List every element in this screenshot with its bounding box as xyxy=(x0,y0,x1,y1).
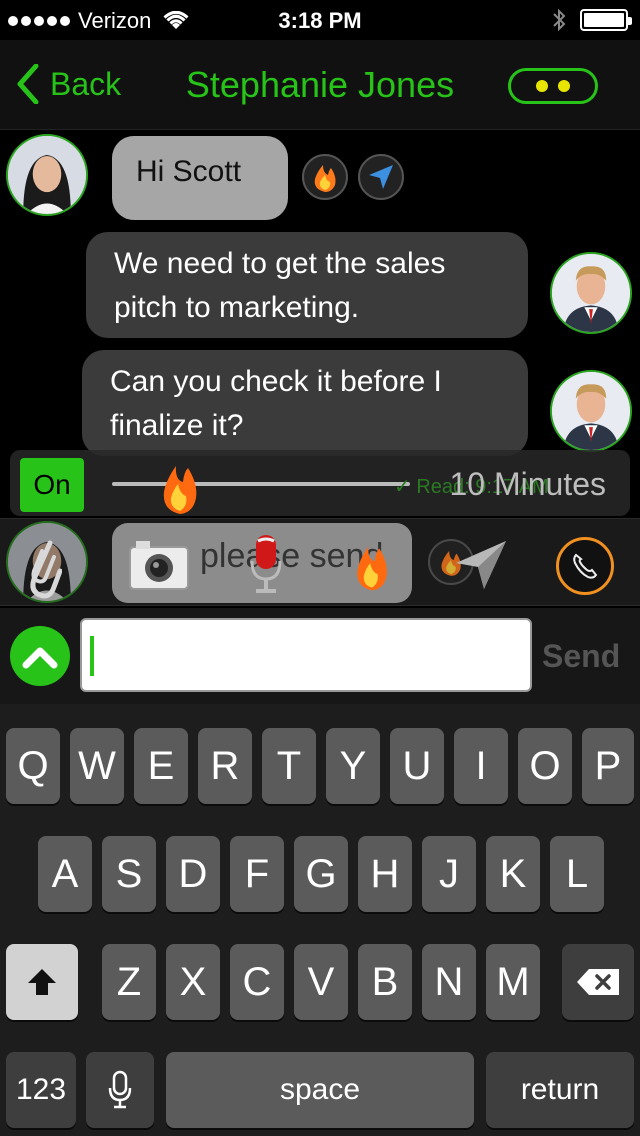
status-dot-icon xyxy=(558,80,570,92)
title-text: Stephanie Jones xyxy=(185,64,455,105)
battery-icon xyxy=(580,9,632,31)
key-u[interactable]: U xyxy=(390,728,444,804)
message-text-line: Can you check it before I xyxy=(110,365,442,398)
key-y[interactable]: Y xyxy=(326,728,380,804)
timer-duration: 10 Minutes xyxy=(449,466,606,502)
backspace-icon xyxy=(577,969,619,995)
phone-icon xyxy=(573,553,598,579)
message-input-bar: Send xyxy=(0,608,640,704)
navigation-bar: Back Stephanie Jones xyxy=(0,40,640,130)
space-key[interactable]: space xyxy=(166,1052,474,1128)
key-r[interactable]: R xyxy=(198,728,252,804)
message-bubble[interactable]: We need to get the sales pitch to market… xyxy=(86,232,528,338)
message-bubble[interactable]: Can you check it before I finalize it? xyxy=(82,350,528,456)
key-h[interactable]: H xyxy=(358,836,412,912)
man-portrait-icon xyxy=(552,254,630,332)
key-f[interactable]: F xyxy=(230,836,284,912)
contact-avatar[interactable] xyxy=(6,134,88,216)
keyboard: Q W E R T Y U I O P A S D F G H J K L Z … xyxy=(0,704,640,1136)
location-button[interactable] xyxy=(358,154,404,200)
status-right xyxy=(552,8,632,32)
key-l[interactable]: L xyxy=(550,836,604,912)
key-i[interactable]: I xyxy=(454,728,508,804)
bluetooth-icon xyxy=(553,8,566,32)
shift-key[interactable] xyxy=(6,944,78,1020)
presence-status-toggle[interactable] xyxy=(508,68,598,104)
key-d[interactable]: D xyxy=(166,836,220,912)
message-text-field[interactable] xyxy=(80,618,532,692)
woman-portrait-icon xyxy=(8,136,86,214)
key-a[interactable]: A xyxy=(38,836,92,912)
timer-slider-track[interactable] xyxy=(112,482,410,486)
expand-options-button[interactable] xyxy=(10,626,70,686)
compose-preview-strip: please send xyxy=(0,518,640,606)
key-z[interactable]: Z xyxy=(102,944,156,1020)
timer-toggle[interactable]: On xyxy=(20,458,84,512)
key-t[interactable]: T xyxy=(262,728,316,804)
send-button[interactable]: Send xyxy=(542,638,620,675)
timer-toggle-label: On xyxy=(33,469,71,500)
key-o[interactable]: O xyxy=(518,728,572,804)
flame-icon xyxy=(357,546,387,591)
user-avatar[interactable] xyxy=(550,252,632,334)
key-q[interactable]: Q xyxy=(6,728,60,804)
key-s[interactable]: S xyxy=(102,836,156,912)
man-portrait-icon xyxy=(552,372,630,450)
key-x[interactable]: X xyxy=(166,944,220,1020)
key-b[interactable]: B xyxy=(358,944,412,1020)
key-p[interactable]: P xyxy=(582,728,634,804)
burn-message-button[interactable] xyxy=(302,154,348,200)
status-time: 3:18 PM xyxy=(278,8,362,33)
delete-key[interactable] xyxy=(562,944,634,1020)
key-j[interactable]: J xyxy=(422,836,476,912)
camera-icon[interactable] xyxy=(128,539,190,591)
message-text-line: pitch to marketing. xyxy=(114,291,360,324)
key-e[interactable]: E xyxy=(134,728,188,804)
call-button[interactable] xyxy=(556,537,614,595)
message-text: Hi Scott xyxy=(136,155,242,188)
shift-arrow-icon xyxy=(28,969,56,995)
message-text-line: finalize it? xyxy=(110,409,244,442)
microphone-icon xyxy=(108,1070,132,1109)
status-dot-icon xyxy=(536,80,548,92)
location-arrow-icon xyxy=(369,165,393,189)
user-avatar[interactable] xyxy=(550,370,632,452)
send-arrow-icon[interactable] xyxy=(454,539,508,591)
numbers-key[interactable]: 123 xyxy=(6,1052,76,1128)
message-bubble[interactable]: Hi Scott xyxy=(112,136,288,220)
key-m[interactable]: M xyxy=(486,944,540,1020)
return-key[interactable]: return xyxy=(486,1052,634,1128)
paperclip-icon[interactable] xyxy=(26,533,62,603)
status-bar: Verizon 3:18 PM xyxy=(0,0,640,40)
dictation-key[interactable] xyxy=(86,1052,154,1128)
microphone-icon[interactable] xyxy=(248,533,284,595)
message-text-line: We need to get the sales xyxy=(114,247,446,280)
text-caret xyxy=(90,636,94,676)
key-c[interactable]: C xyxy=(230,944,284,1020)
self-destruct-timer-bar: On ✓ Read: 9:17 AM 10 Minutes xyxy=(10,450,630,516)
flame-icon xyxy=(314,165,336,192)
flame-slider-thumb-icon[interactable] xyxy=(158,454,202,516)
key-g[interactable]: G xyxy=(294,836,348,912)
key-n[interactable]: N xyxy=(422,944,476,1020)
key-w[interactable]: W xyxy=(70,728,124,804)
key-k[interactable]: K xyxy=(486,836,540,912)
key-v[interactable]: V xyxy=(294,944,348,1020)
chevron-up-icon xyxy=(22,647,58,669)
